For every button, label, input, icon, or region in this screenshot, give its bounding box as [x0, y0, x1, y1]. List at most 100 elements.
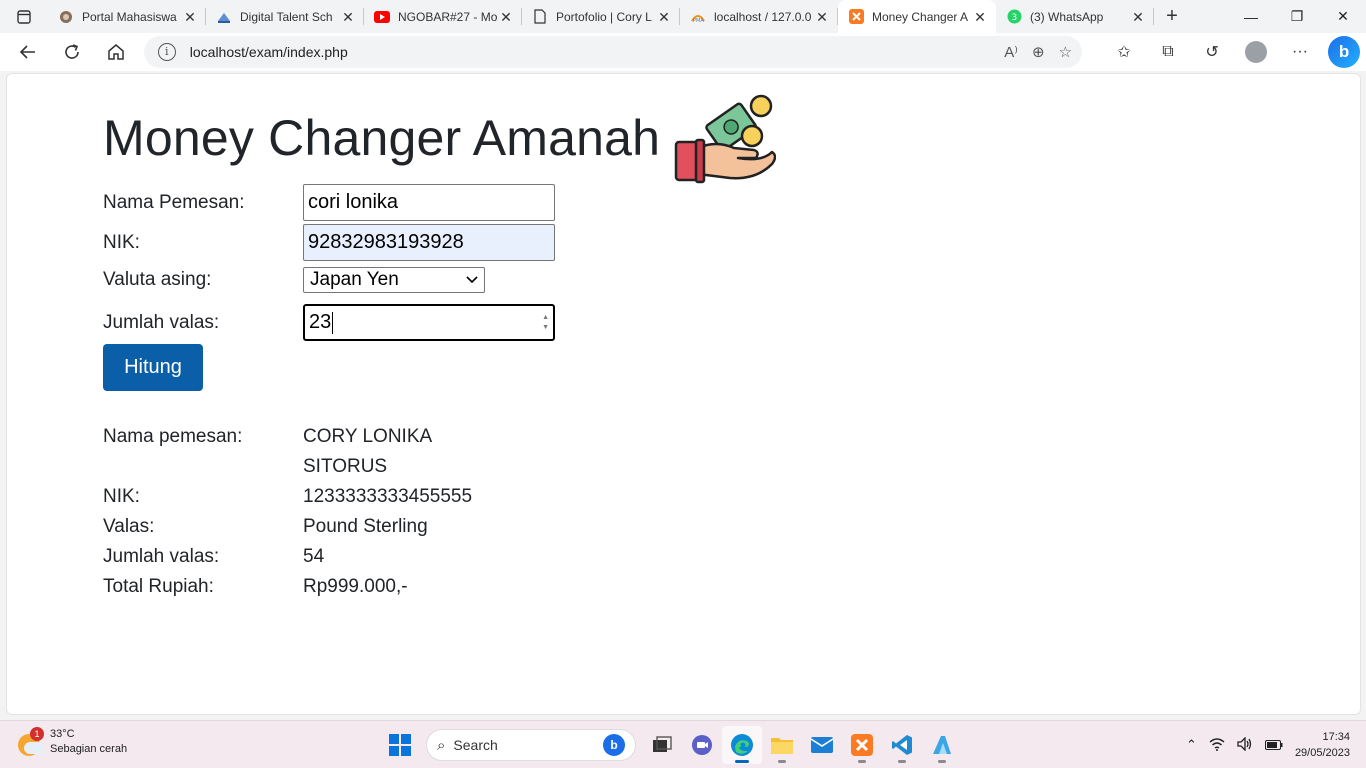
folder-icon — [771, 738, 793, 754]
back-button[interactable] — [6, 35, 50, 69]
favorites-icon: ✩ — [1117, 44, 1131, 61]
favorites-button[interactable]: ✩ — [1102, 35, 1146, 69]
hitung-button[interactable]: Hitung — [103, 344, 203, 391]
jumlah-valas-row: Jumlah valas: 23 ▲ ▼ — [103, 304, 555, 341]
result-valas-label: Valas: — [103, 516, 155, 537]
result-jumlah-value: 54 — [303, 546, 325, 567]
close-icon[interactable]: ✕ — [814, 9, 830, 25]
bing-search-icon: b — [603, 734, 625, 756]
task-view-button[interactable] — [642, 726, 682, 764]
azure-data-studio-button[interactable] — [922, 726, 962, 764]
edge-button[interactable] — [722, 726, 762, 764]
teams-chat-button[interactable] — [682, 726, 722, 764]
tab-title: Money Changer A — [872, 9, 969, 24]
weather-widget[interactable]: 1 33°C Sebagian cerah — [16, 727, 127, 757]
close-icon[interactable]: ✕ — [656, 9, 672, 25]
valuta-select[interactable]: Japan Yen — [303, 267, 485, 293]
jumlah-valas-input[interactable]: 23 ▲ ▼ — [303, 304, 555, 341]
close-window-button[interactable]: ✕ — [1320, 0, 1366, 33]
result-total-label: Total Rupiah: — [103, 576, 214, 597]
tab-title: Digital Talent Sch — [240, 9, 333, 24]
result-jumlah-row: Jumlah valas: 54 — [103, 542, 453, 572]
task-view-icon — [653, 736, 672, 752]
number-spinner[interactable]: ▲ ▼ — [542, 313, 549, 333]
wifi-icon[interactable] — [1209, 737, 1225, 754]
search-placeholder: Search — [453, 737, 498, 753]
volume-icon[interactable] — [1237, 735, 1253, 754]
text-caret — [332, 311, 334, 334]
add-favorite-icon[interactable]: ☆ — [1059, 43, 1072, 61]
restore-icon: ❐ — [1290, 8, 1304, 24]
file-explorer-button[interactable] — [762, 726, 802, 764]
tab-whatsapp[interactable]: 3 (3) WhatsApp ✕ — [996, 0, 1154, 33]
result-nama-value: CORY LONIKA SITORUS — [303, 426, 432, 477]
close-icon[interactable]: ✕ — [1130, 9, 1146, 25]
window-controls: — ❐ ✕ — [1228, 0, 1366, 33]
close-icon[interactable]: ✕ — [340, 9, 356, 25]
address-bar[interactable]: i localhost/exam/index.php A⁾ ⊕ ☆ — [143, 36, 1083, 68]
taskbar-search[interactable]: ⌕ Search b — [426, 729, 636, 761]
chat-icon — [692, 735, 712, 755]
nama-pemesan-value: cori lonika — [308, 191, 399, 213]
system-tray: ⌃ 17:34 29/05/2023 — [1186, 729, 1350, 761]
result-total-row: Total Rupiah: Rp999.000,- — [103, 572, 453, 602]
tab-digital-talent[interactable]: Digital Talent Sch ✕ — [206, 0, 364, 33]
spin-down-icon[interactable]: ▼ — [542, 323, 549, 333]
vscode-button[interactable] — [882, 726, 922, 764]
tab-actions-button[interactable] — [0, 0, 48, 33]
site-info-icon[interactable]: i — [157, 43, 176, 61]
history-button[interactable]: ↺ — [1190, 35, 1234, 69]
tab-portofolio[interactable]: Portofolio | Cory L ✕ — [522, 0, 680, 33]
youtube-icon — [374, 9, 390, 25]
profile-button[interactable] — [1234, 35, 1278, 69]
tab-ngobar[interactable]: NGOBAR#27 - Mo ✕ — [364, 0, 522, 33]
collections-icon: ⧉ — [1162, 43, 1174, 60]
chevron-up-icon[interactable]: ⌃ — [1186, 737, 1197, 753]
close-icon[interactable]: ✕ — [498, 9, 514, 25]
mail-button[interactable] — [802, 726, 842, 764]
clock[interactable]: 17:34 29/05/2023 — [1295, 729, 1350, 761]
result-nama-label: Nama pemesan: — [103, 426, 243, 447]
url-text[interactable]: localhost/exam/index.php — [190, 44, 1005, 60]
new-tab-button[interactable]: + — [1154, 0, 1190, 33]
close-icon[interactable]: ✕ — [972, 9, 988, 25]
more-menu-button[interactable]: ··· — [1278, 35, 1322, 69]
spin-up-icon[interactable]: ▲ — [542, 313, 549, 323]
svg-text:PMA: PMA — [693, 18, 704, 23]
minimize-button[interactable]: — — [1228, 0, 1274, 33]
read-aloud-icon[interactable]: A⁾ — [1004, 43, 1018, 61]
clock-time: 17:34 — [1322, 731, 1350, 743]
nik-input[interactable]: 92832983193928 — [303, 224, 555, 261]
valuta-selected: Japan Yen — [310, 269, 399, 290]
bing-chat-button[interactable]: b — [1322, 35, 1366, 69]
valuta-label: Valuta asing: — [103, 269, 212, 290]
tab-portal-mahasiswa[interactable]: Portal Mahasiswa ✕ — [48, 0, 206, 33]
tab-title: localhost / 127.0.0 — [714, 9, 812, 24]
close-icon[interactable]: ✕ — [182, 9, 198, 25]
weather-temperature: 33°C — [50, 728, 75, 740]
nik-value: 92832983193928 — [308, 231, 464, 253]
windows-taskbar: 1 33°C Sebagian cerah ⌕ Search b ⌃ 17:34… — [0, 720, 1366, 768]
start-button[interactable] — [380, 726, 420, 764]
home-button[interactable] — [94, 35, 138, 69]
whatsapp-icon: 3 — [1006, 9, 1022, 25]
page-header: Money Changer Amanah — [103, 90, 777, 186]
page-icon — [532, 9, 548, 25]
tab-title: NGOBAR#27 - Mo — [398, 9, 498, 24]
battery-icon[interactable] — [1264, 738, 1283, 753]
university-icon — [58, 9, 74, 25]
tab-money-changer[interactable]: Money Changer A ✕ — [838, 0, 996, 33]
zoom-icon[interactable]: ⊕ — [1032, 43, 1045, 61]
refresh-icon — [65, 44, 79, 59]
tab-phpmyadmin[interactable]: PMA localhost / 127.0.0 ✕ — [680, 0, 838, 33]
collections-button[interactable]: ⧉ — [1146, 35, 1190, 69]
restore-button[interactable]: ❐ — [1274, 0, 1320, 33]
browser-tab-bar: Portal Mahasiswa ✕ Digital Talent Sch ✕ … — [0, 0, 1366, 33]
phpmyadmin-icon: PMA — [690, 9, 706, 25]
nama-pemesan-input[interactable]: cori lonika — [303, 184, 555, 221]
xampp-button[interactable] — [842, 726, 882, 764]
xampp-icon — [848, 9, 864, 25]
home-icon — [108, 44, 124, 60]
browser-tools: ✩ ⧉ ↺ ··· b — [1102, 35, 1366, 69]
refresh-button[interactable] — [50, 35, 94, 69]
